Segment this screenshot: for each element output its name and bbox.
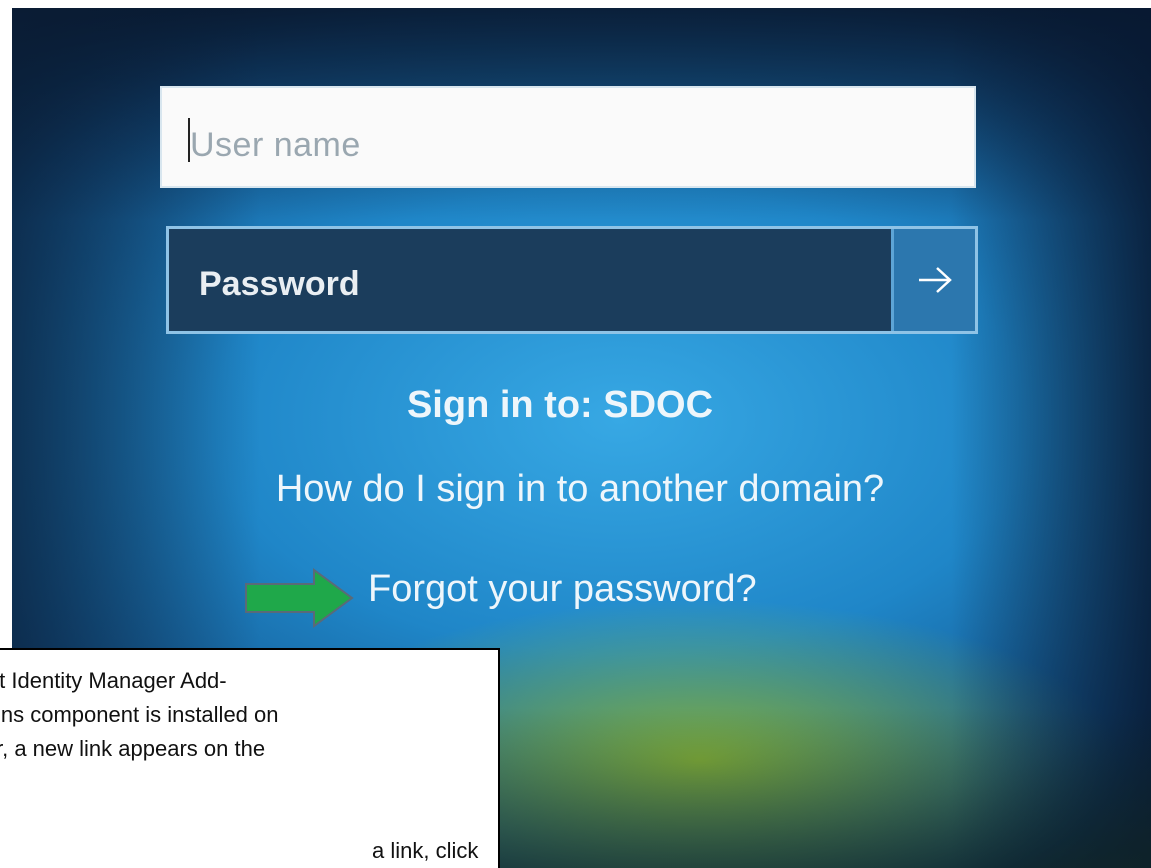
- caption-line: a link, click: [372, 838, 479, 863]
- green-pointer-arrow-icon: [245, 568, 354, 628]
- username-input[interactable]: User name: [160, 86, 976, 188]
- caption-callout: Forefront Identity Manager Add- ins comp…: [0, 648, 500, 868]
- sign-in-domain-label: Sign in to: SDOC: [406, 384, 714, 426]
- arrow-right-icon: [918, 267, 952, 293]
- caption-line: Forefront Identity Manager Add-: [0, 668, 227, 693]
- password-placeholder: Password: [199, 265, 360, 303]
- caption-line: ins component is installed on: [0, 702, 279, 727]
- password-input[interactable]: Password: [166, 226, 978, 334]
- page-margin: [0, 0, 1151, 8]
- username-placeholder: User name: [190, 126, 361, 164]
- forgot-password-link[interactable]: Forgot your password?: [368, 568, 757, 611]
- submit-button[interactable]: [891, 229, 975, 331]
- caption-line: r, a new link appears on the: [0, 736, 266, 761]
- another-domain-link[interactable]: How do I sign in to another domain?: [190, 468, 970, 511]
